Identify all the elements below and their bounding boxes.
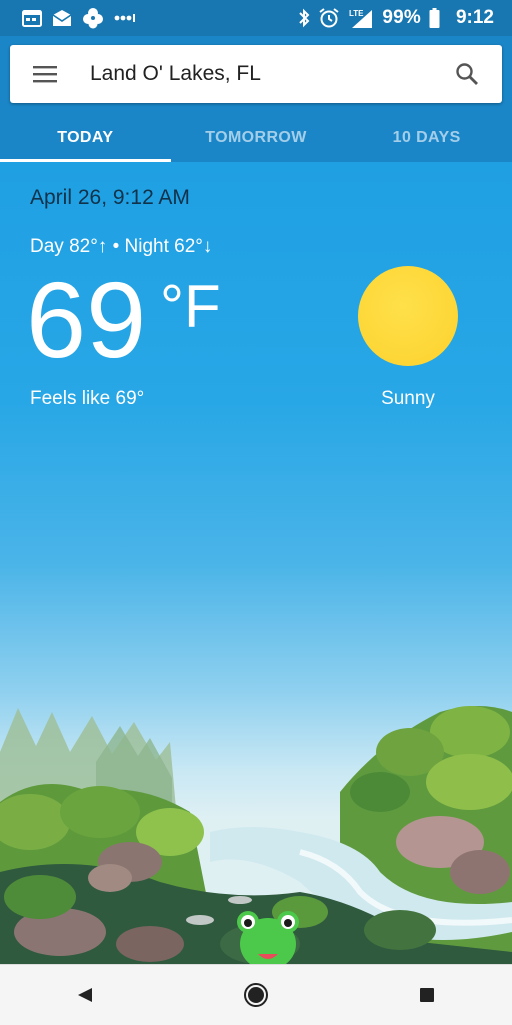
date-time: April 26, 9:12 AM — [30, 186, 190, 209]
status-bar: LTE 99% 9:12 — [0, 0, 512, 36]
mail-icon — [52, 9, 72, 27]
status-left — [22, 7, 136, 29]
network-label: LTE — [349, 9, 364, 18]
system-nav-bar — [0, 964, 512, 1025]
current-temperature: 69 °F — [26, 266, 221, 374]
home-button[interactable] — [226, 965, 286, 1025]
frog-icon — [237, 911, 299, 964]
tab-bar: TODAY TOMORROW 10 DAYS — [0, 114, 512, 162]
temperature-unit: °F — [160, 273, 221, 340]
battery-percent: 99% — [382, 7, 421, 28]
recents-button[interactable] — [397, 965, 457, 1025]
battery-icon — [429, 8, 440, 28]
calendar-icon — [22, 9, 42, 27]
hamburger-menu-icon — [33, 66, 57, 83]
search-button[interactable] — [432, 45, 502, 103]
condition-label: Sunny — [381, 388, 435, 409]
location-field[interactable]: Land O' Lakes, FL — [80, 62, 432, 86]
back-triangle-icon — [78, 988, 93, 1002]
status-right: LTE 99% 9:12 — [298, 7, 494, 29]
back-button[interactable] — [55, 965, 115, 1025]
day-night-temps: Day 82°↑ • Night 62°↓ — [30, 236, 213, 257]
temperature-value: 69 — [26, 259, 147, 380]
search-bar[interactable]: Land O' Lakes, FL — [10, 45, 502, 103]
home-circle-icon — [243, 983, 268, 1007]
recents-square-icon — [419, 988, 434, 1002]
tab-tomorrow[interactable]: TOMORROW — [171, 114, 342, 162]
frog-landscape-illustration — [0, 706, 512, 964]
sun-icon — [358, 266, 458, 366]
flower-icon — [82, 7, 104, 29]
bluetooth-icon — [298, 8, 310, 28]
feels-like: Feels like 69° — [30, 388, 145, 409]
signal-icon: LTE — [348, 7, 374, 29]
app-bar: Land O' Lakes, FL TODAY TOMORROW 10 DAYS — [0, 36, 512, 162]
clock-time: 9:12 — [455, 7, 494, 28]
more-dots-icon — [114, 13, 136, 23]
menu-button[interactable] — [10, 45, 80, 103]
tab-today[interactable]: TODAY — [0, 114, 171, 162]
weather-panel: April 26, 9:12 AM Day 82°↑ • Night 62°↓ … — [0, 162, 512, 964]
alarm-icon — [318, 7, 340, 29]
tab-10-days[interactable]: 10 DAYS — [341, 114, 512, 162]
search-icon — [456, 63, 478, 85]
